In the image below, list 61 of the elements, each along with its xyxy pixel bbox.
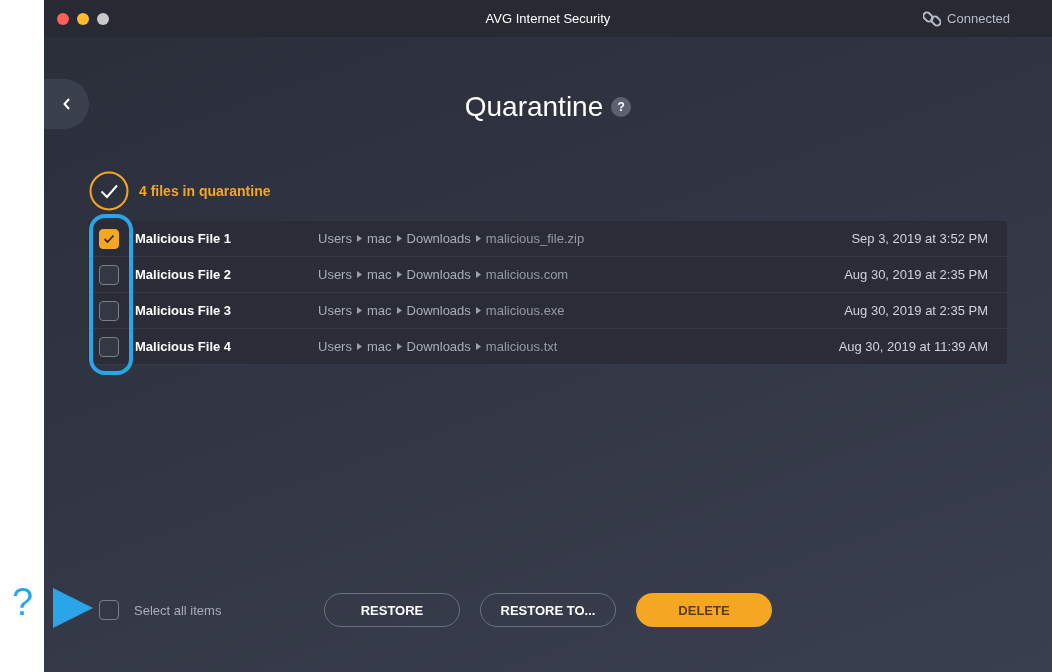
select-all-label: Select all items	[134, 602, 222, 618]
checkbox[interactable]	[99, 264, 119, 285]
path-label: malicious.txt	[485, 339, 558, 354]
file-date: Aug 30, 2019 at 2:35 PM	[844, 303, 988, 318]
connection-status: Connected	[947, 11, 1010, 26]
link-icon	[923, 9, 942, 28]
file-date: Sep 3, 2019 at 3:52 PM	[851, 231, 988, 246]
help-button[interactable]: ?	[611, 97, 632, 117]
file-date: Aug 30, 2019 at 2:35 PM	[844, 267, 988, 282]
pointer-arrow-icon	[53, 588, 93, 628]
file-date: Aug 30, 2019 at 11:39 AM	[838, 339, 988, 354]
file-row[interactable]: Malicious File 1 Users mac Downloads malicious_file.zip Sep 3, 2019 at 3:52 PM	[88, 221, 1007, 257]
delete-button[interactable]: DELETE	[636, 593, 772, 627]
checkmark-icon	[103, 233, 115, 244]
triangle-right-icon	[475, 307, 481, 314]
file-name: Malicious File 3	[135, 303, 233, 318]
select-all-checkbox[interactable]	[99, 600, 119, 620]
triangle-right-icon	[396, 271, 402, 278]
path-label: Downloads	[406, 303, 471, 318]
path-label: malicious.exe	[485, 303, 565, 318]
minimize-button[interactable]	[77, 12, 89, 25]
triangle-right-icon	[475, 343, 481, 350]
question-mark: ?	[12, 583, 34, 621]
file-row[interactable]: Malicious File 4 Users mac Downloads malicious.txt Aug 30, 2019 at 11:39 AM	[88, 329, 1007, 365]
triangle-right-icon	[396, 235, 402, 242]
path-label: mac	[366, 231, 392, 246]
chevron-left-icon	[61, 97, 72, 111]
path-label: mac	[366, 267, 392, 282]
path-label: mac	[366, 339, 392, 354]
checkbox[interactable]	[99, 228, 119, 249]
zoom-button[interactable]	[97, 12, 109, 25]
window-title: AVG Internet Security	[485, 11, 611, 26]
file-name: Malicious File 4	[135, 339, 233, 354]
path-label: malicious_file.zip	[485, 231, 585, 246]
checkbox[interactable]	[99, 336, 119, 357]
path-label: Users	[318, 339, 352, 354]
path-label: Downloads	[406, 267, 471, 282]
path-label: Users	[318, 267, 352, 282]
close-button[interactable]	[57, 12, 69, 25]
triangle-right-icon	[356, 235, 362, 242]
file-name: Malicious File 1	[135, 231, 233, 246]
checkbox[interactable]	[99, 300, 119, 321]
triangle-right-icon	[475, 271, 481, 278]
path-label: Users	[318, 303, 352, 318]
triangle-right-icon	[396, 307, 402, 314]
path-label: Downloads	[406, 231, 471, 246]
triangle-right-icon	[356, 343, 362, 350]
file-row[interactable]: Malicious File 2 Users mac Downloads malicious.com Aug 30, 2019 at 2:35 PM	[88, 257, 1007, 293]
path-label: Downloads	[406, 339, 471, 354]
path-label: Users	[318, 231, 352, 246]
file-row[interactable]: Malicious File 3 Users mac Downloads malicious.exe Aug 30, 2019 at 2:35 PM	[88, 293, 1007, 329]
path-label: malicious.com	[485, 267, 569, 282]
path-label: mac	[366, 303, 392, 318]
triangle-right-icon	[475, 235, 481, 242]
triangle-right-icon	[356, 271, 362, 278]
quarantine-count: 4 files in quarantine	[139, 183, 271, 199]
checkmark-circle-icon	[89, 171, 129, 211]
file-name: Malicious File 2	[135, 267, 233, 282]
triangle-right-icon	[396, 343, 402, 350]
triangle-right-icon	[356, 307, 362, 314]
page-title: Quarantine	[464, 91, 604, 123]
